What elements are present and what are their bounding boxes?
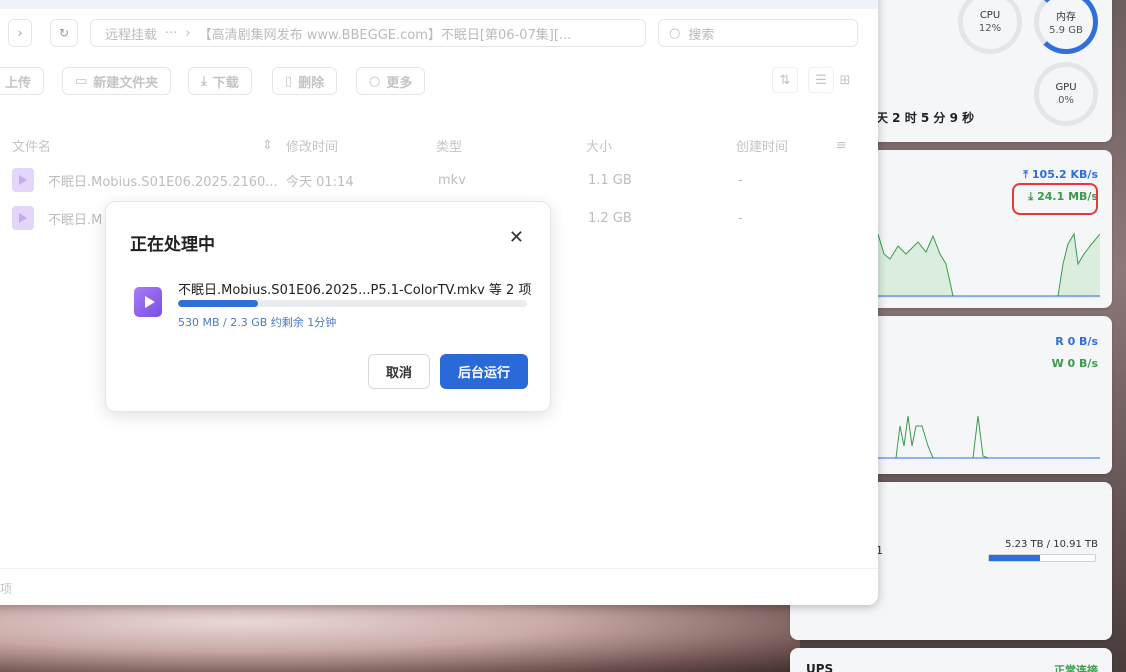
gpu-gauge: GPU 0% — [1034, 62, 1098, 126]
search-icon: ○ — [669, 25, 681, 41]
cpu-label: CPU — [979, 10, 1001, 21]
memory-gauge: 内存 5.9 GB — [1034, 0, 1098, 54]
trash-icon: ▯ — [285, 73, 293, 89]
breadcrumb-separator: › — [185, 25, 191, 41]
navigation-toolbar: › ↻ 远程挂载 ··· › 【高清剧集网发布 www.BBEGGE.com】不… — [0, 19, 878, 49]
progress-bar — [178, 300, 527, 307]
refresh-icon: ↻ — [58, 26, 70, 40]
forward-button[interactable]: › — [8, 19, 32, 47]
table-header: 文件名 ⇕ 修改时间 类型 大小 创建时间 ≡ — [0, 130, 878, 160]
table-row[interactable]: 不眠日.Mobius.S01E06.2025.2160... 今天 01:14 … — [0, 161, 878, 199]
column-name[interactable]: 文件名 — [12, 136, 51, 155]
ups-status: 正常连接 — [1054, 664, 1098, 672]
footer-count: 项 — [0, 582, 13, 596]
search-placeholder: 搜索 — [688, 27, 715, 43]
folder-plus-icon: ▭ — [75, 73, 88, 89]
download-icon: ⤓ — [201, 73, 207, 89]
dialog-title: 正在处理中 — [130, 235, 215, 255]
processing-dialog: 正在处理中 ✕ 不眠日.Mobius.S01E06.2025...P5.1-Co… — [105, 201, 551, 412]
progress-bar-fill — [178, 300, 259, 307]
refresh-button[interactable]: ↻ — [50, 19, 78, 47]
net-upload-speed: ⤒ 105.2 KB/s — [1023, 168, 1098, 181]
list-view-button[interactable]: ☰ — [808, 67, 834, 93]
column-type[interactable]: 类型 — [436, 136, 462, 155]
file-created: - — [738, 210, 743, 226]
disk-read-speed: R 0 B/s — [1055, 335, 1098, 348]
column-created[interactable]: 创建时间 — [736, 136, 788, 155]
more-label: 更多 — [386, 75, 413, 91]
new-folder-button[interactable]: ▭ 新建文件夹 — [62, 67, 172, 95]
download-label: 下载 — [212, 75, 239, 91]
memory-label: 内存 — [1056, 12, 1076, 23]
network-chart — [878, 232, 1100, 298]
sort-toggle-icon[interactable]: ⇕ — [262, 138, 273, 153]
processing-file-name: 不眠日.Mobius.S01E06.2025...P5.1-ColorTV.mk… — [178, 283, 532, 298]
upload-arrow-icon: ⤒ — [1023, 168, 1032, 181]
close-icon[interactable]: ✕ — [509, 228, 524, 248]
column-modified[interactable]: 修改时间 — [286, 136, 338, 155]
disk-write-speed: W 0 B/s — [1051, 357, 1098, 370]
cpu-gauge: CPU 12% — [958, 0, 1022, 54]
delete-label: 删除 — [298, 75, 325, 91]
progress-status: 530 MB / 2.3 GB 约剩余 1分钟 — [178, 316, 337, 329]
delete-button[interactable]: ▯ 删除 — [272, 67, 338, 95]
grid-icon: ⊞ — [839, 72, 851, 88]
storage-bar — [988, 554, 1096, 562]
file-size: 1.2 GB — [588, 210, 632, 226]
download-button[interactable]: ⤓ 下载 — [188, 67, 252, 95]
more-button[interactable]: ○ 更多 — [356, 67, 426, 95]
breadcrumb-item[interactable]: 远程挂载 — [105, 24, 157, 43]
cpu-value: 12% — [978, 23, 1002, 34]
gpu-value: 0% — [1058, 95, 1074, 106]
file-size: 1.1 GB — [588, 172, 632, 188]
search-input[interactable]: ○ 搜索 — [658, 19, 858, 47]
cancel-button[interactable]: 取消 — [368, 354, 430, 389]
uptime-text: 天 2 时 5 分 9 秒 — [876, 111, 975, 125]
ups-widget: UPS 正常连接 — [790, 648, 1112, 672]
list-icon: ☰ — [815, 72, 827, 88]
breadcrumb[interactable]: 远程挂载 ··· › 【高清剧集网发布 www.BBEGGE.com】不眠日[第… — [90, 19, 646, 47]
video-file-icon — [12, 168, 34, 192]
run-in-background-button[interactable]: 后台运行 — [440, 354, 528, 389]
file-created: - — [738, 172, 743, 188]
storage-size: 5.23 TB / 10.91 TB — [1005, 539, 1098, 550]
grid-view-button[interactable]: ⊞ — [832, 67, 858, 93]
action-toolbar: 上传 ▭ 新建文件夹 ⤓ 下载 ▯ 删除 ○ 更多 ⇅ ☰ ⊞ — [0, 67, 878, 95]
more-icon: ○ — [369, 73, 381, 89]
upload-label: 上传 — [5, 75, 32, 91]
memory-value: 5.9 GB — [1049, 25, 1083, 36]
column-settings-icon[interactable]: ≡ — [836, 138, 847, 153]
upload-button[interactable]: 上传 — [0, 67, 45, 95]
ups-label: UPS — [806, 662, 834, 672]
video-file-icon — [12, 206, 34, 230]
column-size[interactable]: 大小 — [586, 136, 612, 155]
video-file-icon — [134, 287, 162, 317]
breadcrumb-item[interactable]: 【高清剧集网发布 www.BBEGGE.com】不眠日[第06-07集][... — [199, 24, 572, 43]
storage-bar-fill — [989, 555, 1040, 561]
disk-io-chart — [878, 415, 1100, 459]
sort-button[interactable]: ⇅ — [772, 67, 798, 93]
file-type: mkv — [438, 172, 466, 188]
annotation-highlight-box — [1012, 183, 1098, 215]
window-titlebar — [0, 0, 878, 9]
file-name: 不眠日.M — [48, 212, 103, 228]
chevron-right-icon: › — [17, 26, 23, 40]
breadcrumb-item[interactable]: ··· — [165, 26, 177, 41]
footer-divider — [0, 568, 878, 569]
file-name: 不眠日.Mobius.S01E06.2025.2160... — [48, 174, 278, 190]
new-folder-label: 新建文件夹 — [93, 75, 159, 91]
sort-icon: ⇅ — [779, 72, 791, 88]
gpu-label: GPU — [1055, 82, 1077, 93]
file-modified: 今天 01:14 — [286, 174, 354, 190]
